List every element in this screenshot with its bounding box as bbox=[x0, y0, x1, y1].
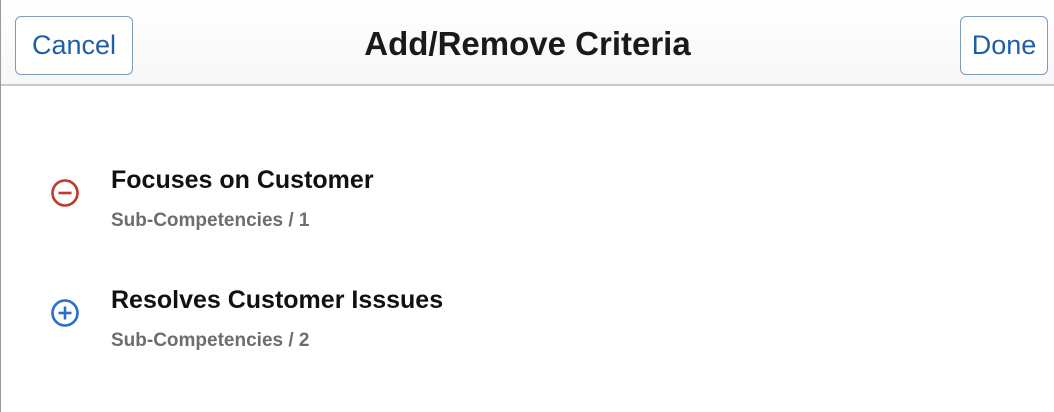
remove-criteria-icon-svg bbox=[51, 179, 79, 207]
criteria-item-resolves-customer-issues: Resolves Customer Isssues Sub-Competenci… bbox=[1, 278, 1054, 378]
page-title: Add/Remove Criteria bbox=[364, 25, 691, 62]
criteria-item-focuses-on-customer: Focuses on Customer Sub-Competencies / 1 bbox=[1, 158, 1054, 258]
header-bar: Cancel Add/Remove Criteria Done bbox=[1, 0, 1054, 86]
done-button[interactable]: Done bbox=[960, 16, 1048, 75]
criteria-sub-competencies: Sub-Competencies / 2 bbox=[111, 330, 310, 351]
criteria-name: Focuses on Customer bbox=[111, 166, 374, 194]
add-criteria-icon-svg bbox=[51, 299, 79, 327]
criteria-name: Resolves Customer Isssues bbox=[111, 286, 444, 314]
minus-circle-icon[interactable] bbox=[50, 178, 80, 208]
criteria-sub-competencies: Sub-Competencies / 1 bbox=[111, 210, 310, 231]
dialog: Cancel Add/Remove Criteria Done Focuses … bbox=[0, 0, 1054, 412]
plus-circle-icon[interactable] bbox=[50, 298, 80, 328]
